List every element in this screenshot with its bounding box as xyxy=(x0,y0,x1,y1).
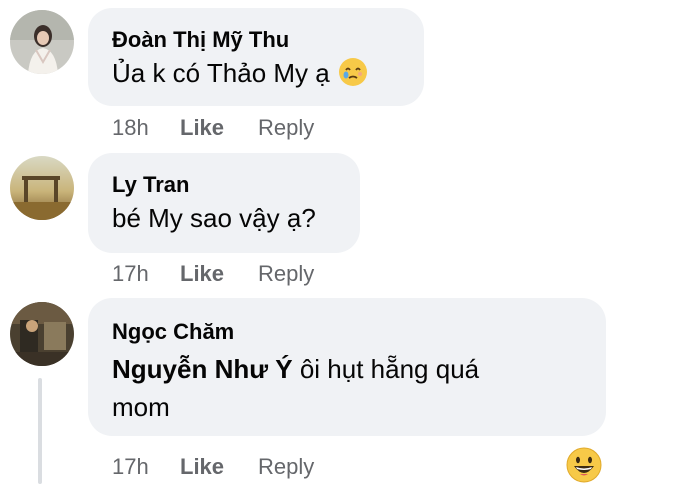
like-button[interactable]: Like xyxy=(180,260,258,288)
comment-timestamp[interactable]: 17h xyxy=(112,453,180,481)
comment-text: Nguyễn Như Ý ôi hụt hẵng quá xyxy=(112,350,582,388)
comment-text: bé My sao vậy ạ? xyxy=(112,203,316,233)
comment-actions: 17h Like Reply xyxy=(112,453,314,481)
comment-text-line2: mom xyxy=(112,392,170,422)
comment-author[interactable]: Ly Tran xyxy=(112,171,336,199)
comment-timestamp[interactable]: 17h xyxy=(112,260,180,288)
like-button[interactable]: Like xyxy=(180,453,258,481)
reply-thread-line xyxy=(38,378,42,484)
reply-button[interactable]: Reply xyxy=(258,114,314,142)
comment-actions: 17h Like Reply xyxy=(112,260,314,288)
grinning-face-reaction-icon[interactable] xyxy=(565,446,603,484)
avatar[interactable] xyxy=(10,302,74,366)
comment-actions: 18h Like Reply xyxy=(112,114,314,142)
comment-author[interactable]: Ngọc Chăm xyxy=(112,318,582,346)
comment-text-body: Ủa k có Thảo My ạ xyxy=(112,58,330,88)
avatar[interactable] xyxy=(10,156,74,220)
comment-text-body: ôi hụt hẵng quá xyxy=(292,354,480,384)
comment-text: Ủa k có Thảo My ạ xyxy=(112,54,400,92)
comment-bubble: Ly Tran bé My sao vậy ạ? xyxy=(88,153,360,253)
like-button[interactable]: Like xyxy=(180,114,258,142)
avatar[interactable] xyxy=(10,10,74,74)
comment-bubble: Đoàn Thị Mỹ Thu Ủa k có Thảo My ạ xyxy=(88,8,424,106)
reply-button[interactable]: Reply xyxy=(258,453,314,481)
comment-author[interactable]: Đoàn Thị Mỹ Thu xyxy=(112,26,400,54)
reply-button[interactable]: Reply xyxy=(258,260,314,288)
mention-link[interactable]: Nguyễn Như Ý xyxy=(112,354,293,384)
crying-face-emoji-icon xyxy=(338,58,367,86)
comment-bubble: Ngọc Chăm Nguyễn Như Ý ôi hụt hẵng quá m… xyxy=(88,298,606,436)
comment-timestamp[interactable]: 18h xyxy=(112,114,180,142)
